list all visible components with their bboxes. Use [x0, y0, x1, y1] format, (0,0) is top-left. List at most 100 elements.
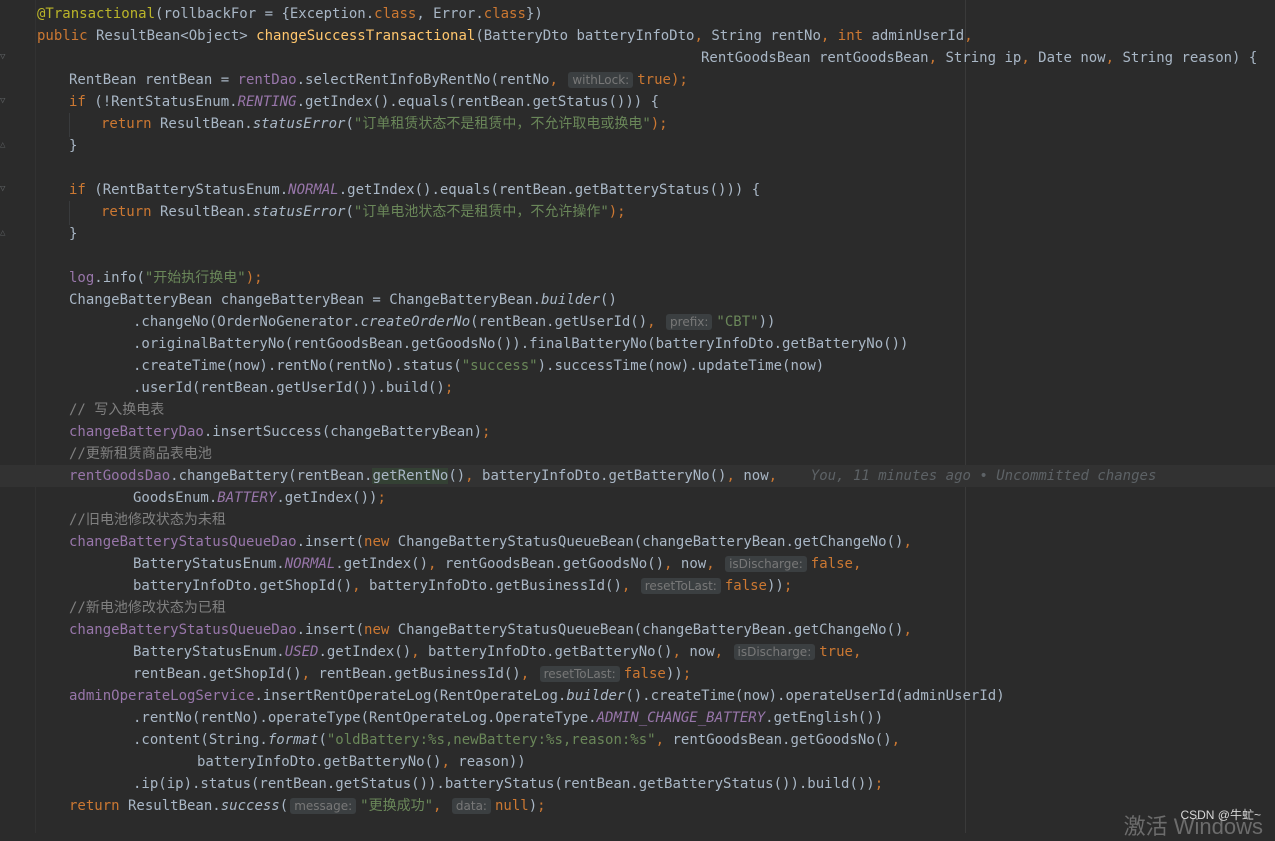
code-text: .originalBatteryNo(rentGoodsBean.getGood…	[133, 336, 909, 352]
code-text: .userId(rentBean.getUserId()).build()	[133, 380, 445, 396]
fold-end-icon[interactable]: △	[0, 140, 8, 150]
keyword: return	[101, 204, 152, 220]
code-text: Date now	[1029, 50, 1106, 66]
code-text: RentGoodsBean rentGoodsBean	[701, 50, 929, 66]
code-line: .createTime(now).rentNo(rentNo).status("…	[37, 355, 1275, 377]
punctuation: ,	[1021, 50, 1030, 66]
code-text: ResultBean.	[151, 204, 253, 220]
code-line: }	[37, 135, 1275, 157]
fold-icon[interactable]: ▽	[0, 52, 8, 62]
punctuation: ,	[964, 28, 973, 44]
field-ref: rentGoodsDao	[69, 468, 171, 484]
code-text: .insert(	[296, 622, 365, 638]
code-text: .getEnglish())	[765, 710, 884, 726]
punctuation: ,	[621, 578, 631, 594]
code-text: .createTime(now).rentNo(rentNo).status(	[133, 358, 462, 374]
punctuation: ,	[301, 666, 311, 682]
code-line: }	[37, 223, 1275, 245]
code-text: ResultBean<Object>	[87, 28, 257, 44]
code-text: ().createTime(now).operateUserId(adminUs…	[625, 688, 1005, 704]
field-ref: log	[69, 270, 95, 286]
enum-constant: NORMAL	[284, 556, 336, 572]
code-line: if (RentBatteryStatusEnum.NORMAL.getInde…	[37, 179, 1275, 201]
enum-constant: NORMAL	[288, 182, 339, 198]
punctuation: ,	[655, 732, 665, 748]
code-text: now	[680, 644, 715, 660]
comment: //新电池修改状态为已租	[69, 600, 226, 616]
keyword: if	[69, 182, 86, 198]
punctuation: ,	[1105, 50, 1115, 66]
code-line: // 写入换电表	[37, 399, 1275, 421]
code-line: RentBean rentBean = rentDao.selectRentIn…	[37, 69, 1275, 91]
punctuation: ,	[549, 72, 558, 88]
code-line: if (!RentStatusEnum.RENTING.getIndex().e…	[37, 91, 1275, 113]
code-text: .selectRentInfoByRentNo(rentNo	[296, 72, 550, 88]
code-editor[interactable]: @Transactional(rollbackFor = {Exception.…	[37, 3, 1275, 817]
punctuation: ,	[433, 798, 442, 814]
code-text: .getIndex()	[335, 556, 429, 572]
git-blame-annotation[interactable]: You, 11 minutes ago • Uncommitted change…	[811, 468, 1157, 484]
code-line: .content(String.format("oldBattery:%s,ne…	[37, 729, 1275, 751]
fold-icon[interactable]: ▽	[0, 184, 8, 194]
code-text: ))	[758, 314, 776, 330]
field-ref: changeBatteryStatusQueueDao	[69, 534, 297, 550]
code-text: rentGoodsBean.getGoodsNo()	[664, 732, 892, 748]
code-text: BatteryStatusEnum.	[133, 556, 285, 572]
static-method: builder	[541, 292, 601, 308]
code-line: changeBatteryStatusQueueDao.insert(new C…	[37, 619, 1275, 641]
static-method: createOrderNo	[360, 314, 471, 330]
code-text: .insert(	[296, 534, 365, 550]
keyword: new	[364, 622, 390, 638]
keyword: if	[69, 94, 86, 110]
code-text: (RentBatteryStatusEnum.	[85, 182, 289, 198]
code-text: ))	[665, 666, 683, 682]
punctuation: ,	[903, 534, 912, 550]
code-text: ChangeBatteryBean changeBatteryBean = Ch…	[69, 292, 542, 308]
punctuation: ,	[647, 314, 656, 330]
punctuation: ,	[411, 644, 420, 660]
code-line: public ResultBean<Object> changeSuccessT…	[37, 25, 1275, 47]
code-text: (	[345, 116, 354, 132]
punctuation: ,	[706, 556, 715, 572]
code-text: .insertRentOperateLog(RentOperateLog.	[254, 688, 567, 704]
keyword: null	[494, 798, 529, 814]
code-text: .getIndex()	[318, 644, 412, 660]
code-line: return ResultBean.statusError("订单电池状态不是租…	[37, 201, 1275, 223]
code-text: )	[528, 798, 538, 814]
code-text: .rentNo(rentNo).operateType(RentOperateL…	[133, 710, 597, 726]
code-line: changeBatteryStatusQueueDao.insert(new C…	[37, 531, 1275, 553]
punctuation: ,	[520, 666, 530, 682]
punctuation: ;	[874, 776, 884, 792]
code-text: ()	[448, 468, 466, 484]
code-line: .userId(rentBean.getUserId()).build();	[37, 377, 1275, 399]
code-text: (	[345, 204, 354, 220]
static-method: statusError	[252, 204, 346, 220]
field-ref: rentDao	[237, 72, 297, 88]
code-text: batteryInfoDto.getBusinessId()	[360, 578, 622, 594]
code-text: RentBean rentBean =	[69, 72, 238, 88]
punctuation: ,	[852, 556, 862, 572]
parameter-hint: isDischarge:	[725, 556, 807, 572]
code-text: }	[69, 226, 78, 242]
annotation: @Transactional	[37, 6, 156, 22]
field-ref: changeBatteryDao	[69, 424, 204, 440]
code-text: ChangeBatteryStatusQueueBean(changeBatte…	[389, 622, 904, 638]
fold-icon[interactable]: ▽	[0, 96, 8, 106]
code-line: batteryInfoDto.getBatteryNo(), reason))	[37, 751, 1275, 773]
static-method: format	[267, 732, 319, 748]
code-text: BatteryStatusEnum.	[133, 644, 285, 660]
static-method: builder	[566, 688, 626, 704]
string-literal: "success"	[461, 358, 538, 374]
code-line: log.info("开始执行换电");	[37, 267, 1275, 289]
code-line: //更新租赁商品表电池	[37, 443, 1275, 465]
code-text: ).successTime(now).updateTime(now)	[537, 358, 825, 374]
code-line: GoodsEnum.BATTERY.getIndex());	[37, 487, 1275, 509]
punctuation: ;	[482, 424, 491, 440]
string-literal: "订单租赁状态不是租赁中，不允许取电或换电"	[353, 116, 651, 132]
code-text: batteryInfoDto.getBatteryNo()	[473, 468, 727, 484]
fold-end-icon[interactable]: △	[0, 228, 8, 238]
code-line: .originalBatteryNo(rentGoodsBean.getGood…	[37, 333, 1275, 355]
comment: //旧电池修改状态为未租	[69, 512, 226, 528]
static-method: statusError	[252, 116, 346, 132]
